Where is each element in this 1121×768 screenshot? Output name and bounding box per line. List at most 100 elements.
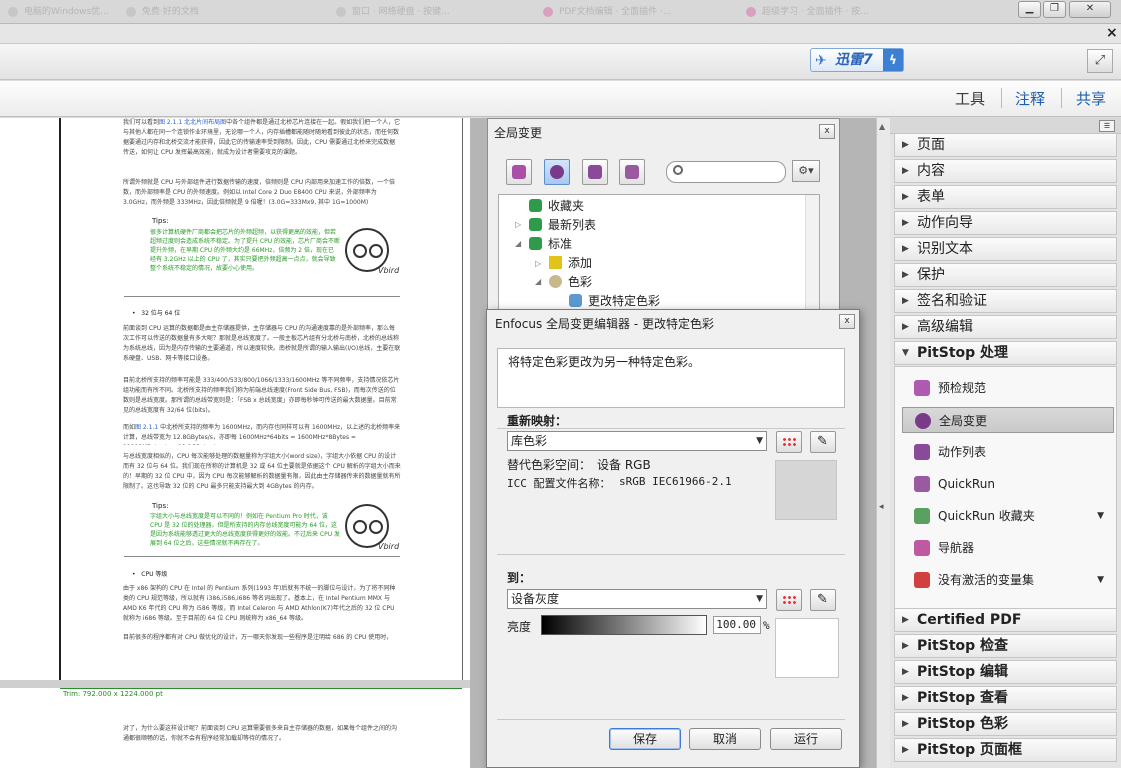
folder-globe-icon <box>529 218 542 231</box>
pitstop-item-action-list[interactable]: 动作列表 <box>902 439 1114 465</box>
expand-arrow-icon[interactable]: ▷ <box>535 259 541 268</box>
figure-link[interactable]: 图 2.1.1 <box>135 424 158 431</box>
change-color-icon <box>569 294 582 307</box>
color-swatch-button[interactable] <box>776 431 802 453</box>
remap-select[interactable]: 库色彩 ▼ <box>507 431 767 451</box>
preflight-check-button[interactable] <box>506 159 532 185</box>
section-pitstop-view[interactable]: ▶ PitStop 查看 <box>894 686 1117 710</box>
close-document-icon[interactable]: × <box>1106 25 1118 41</box>
section-action-wizard[interactable]: ▶ 动作向导 <box>894 211 1117 235</box>
chevron-down-icon[interactable]: ▼ <box>1097 567 1104 593</box>
scroll-up-icon[interactable]: ▲ <box>879 122 885 131</box>
bullet-heading: • CPU 等级 <box>132 571 168 578</box>
brightness-input[interactable]: 100.00 <box>713 616 761 634</box>
action-list-button[interactable] <box>582 159 608 185</box>
browser-tab-1[interactable]: 电脑的Windows优... <box>2 3 120 22</box>
pitstop-item-quickrun[interactable]: QuickRun <box>902 471 1114 497</box>
global-change-button[interactable] <box>544 159 570 185</box>
tools-panel: ☰ ▶ 页面 ▶ 内容 ▶ 表单 ▶ 动作向导 ▶ 识别文本 ▶ 保护 ▶ 签名和验证 ▶ 高级… <box>890 118 1121 768</box>
tree-item-standard[interactable]: 标准 <box>529 235 572 252</box>
brightness-slider[interactable] <box>541 615 707 635</box>
section-recognize-text[interactable]: ▶ 识别文本 <box>894 237 1117 261</box>
tools-tab[interactable]: 工具 <box>955 88 985 109</box>
color-swatch-button[interactable] <box>776 589 802 611</box>
tree-label: 标准 <box>548 237 573 251</box>
app-top-bar <box>0 44 1121 80</box>
section-label: PitStop 检查 <box>917 638 1009 654</box>
tab-favicon <box>8 7 18 17</box>
pitstop-item-quickrun-favorites[interactable]: QuickRun 收藏夹 ▼ <box>902 503 1114 529</box>
vertical-scrollbar[interactable]: ▲ ◂ <box>876 118 890 768</box>
tree-item-add[interactable]: 添加 <box>549 254 592 271</box>
save-button[interactable]: 保存 <box>609 728 681 750</box>
panel-menu-icon[interactable]: ☰ <box>1099 120 1115 132</box>
target-color-preview <box>775 618 839 678</box>
tip-title: Tips: <box>152 502 169 510</box>
section-advanced-editing[interactable]: ▶ 高级编辑 <box>894 315 1117 339</box>
run-button[interactable]: 运行 <box>770 728 842 750</box>
panel-title: 全局变更 <box>494 126 543 140</box>
global-change-editor-dialog: Enfocus 全局变更编辑器 - 更改特定色彩 x 将特定色彩更改为另一种特定… <box>486 309 860 768</box>
share-tab[interactable]: 共享 <box>1076 88 1106 109</box>
pitstop-item-global-change[interactable]: 全局变更 <box>902 407 1114 433</box>
pitstop-item-variable-set[interactable]: 没有激活的变量集 ▼ <box>902 567 1114 593</box>
browser-tab-3[interactable]: 窗口 · 网络硬盘 · 按键... <box>330 3 480 22</box>
panel-options-button[interactable]: ⚙▾ <box>792 160 820 182</box>
tab-favicon <box>126 7 136 17</box>
section-pitstop-color[interactable]: ▶ PitStop 色彩 <box>894 712 1117 736</box>
trim-line <box>60 688 462 689</box>
browser-tab-4[interactable]: PDF文档编辑 · 全面插件 ·... <box>537 3 697 22</box>
minimize-button[interactable]: ▁ <box>1018 1 1041 18</box>
comment-tab[interactable]: 注释 <box>1015 88 1045 109</box>
source-color-preview <box>775 460 837 520</box>
item-label: 预检规范 <box>938 381 987 395</box>
item-label: 全局变更 <box>939 414 988 428</box>
tab-label: PDF文档编辑 · 全面插件 ·... <box>559 7 672 17</box>
pitstop-item-preflight[interactable]: 预检规范 <box>902 375 1114 401</box>
section-pitstop-inspect[interactable]: ▶ PitStop 检查 <box>894 634 1117 658</box>
browser-tab-2[interactable]: 免费·好的文档 <box>120 3 238 22</box>
window-close-button[interactable]: ✕ <box>1069 1 1111 18</box>
section-label: PitStop 查看 <box>917 690 1009 706</box>
figure-link[interactable]: 图 2.1.1 北北片间布局图 <box>159 119 226 126</box>
tree-item-favorites[interactable]: 收藏夹 <box>529 197 584 214</box>
globe-icon <box>550 165 564 179</box>
panel-splitter-icon[interactable]: ◂ <box>879 502 884 512</box>
expand-arrow-icon: ▶ <box>902 270 909 280</box>
restore-button[interactable]: ❐ <box>1043 1 1066 18</box>
collapse-arrow-icon[interactable]: ◢ <box>535 277 541 286</box>
section-forms[interactable]: ▶ 表单 <box>894 185 1117 209</box>
section-content[interactable]: ▶ 内容 <box>894 159 1117 183</box>
trim-label: Trim: 792.000 x 1224.000 pt <box>63 690 163 698</box>
tree-item-change-specific-color[interactable]: 更改特定色彩 <box>569 292 660 309</box>
section-pitstop-process[interactable]: ▼ PitStop 处理 <box>894 341 1117 365</box>
section-protection[interactable]: ▶ 保护 <box>894 263 1117 287</box>
collapse-arrow-icon[interactable]: ◢ <box>515 239 521 248</box>
section-certified-pdf[interactable]: ▶ Certified PDF <box>894 608 1117 632</box>
section-pitstop-edit[interactable]: ▶ PitStop 编辑 <box>894 660 1117 684</box>
quickrun-button[interactable] <box>619 159 645 185</box>
fullscreen-expand-icon[interactable]: ⤢ <box>1087 49 1113 73</box>
chevron-down-icon[interactable]: ▼ <box>1097 503 1104 529</box>
tree-item-recent[interactable]: 最新列表 <box>529 216 596 233</box>
section-sign-certify[interactable]: ▶ 签名和验证 <box>894 289 1117 313</box>
target-color-select[interactable]: 设备灰度 ▼ <box>507 589 767 609</box>
panel-close-button[interactable]: x <box>819 124 835 139</box>
section-pitstop-page-box[interactable]: ▶ PitStop 页面框 <box>894 738 1117 762</box>
expand-arrow-icon: ▶ <box>902 166 909 176</box>
para-text: 而如 <box>123 424 136 431</box>
expand-arrow-icon[interactable]: ▷ <box>515 220 521 229</box>
cancel-button[interactable]: 取消 <box>689 728 761 750</box>
eyedropper-button[interactable]: ✎ <box>810 431 836 453</box>
xunlei-button[interactable]: ✈ 迅雷7 ϟ <box>810 48 904 72</box>
browser-tab-5[interactable]: 超级学习 · 全面插件 · 按... <box>740 3 900 22</box>
pitstop-item-navigator[interactable]: 导航器 <box>902 535 1114 561</box>
dialog-close-button[interactable]: x <box>839 314 855 329</box>
search-input[interactable] <box>666 161 786 183</box>
section-divider <box>497 554 845 555</box>
section-pages[interactable]: ▶ 页面 <box>894 133 1117 157</box>
eyedropper-button[interactable]: ✎ <box>810 589 836 611</box>
doc-paragraph: 与总线宽度相似的，CPU 每次能够处理的数据量称为字组大小(word size)… <box>123 453 401 490</box>
tree-item-color[interactable]: 色彩 <box>549 273 592 290</box>
item-label: 导航器 <box>938 541 975 555</box>
